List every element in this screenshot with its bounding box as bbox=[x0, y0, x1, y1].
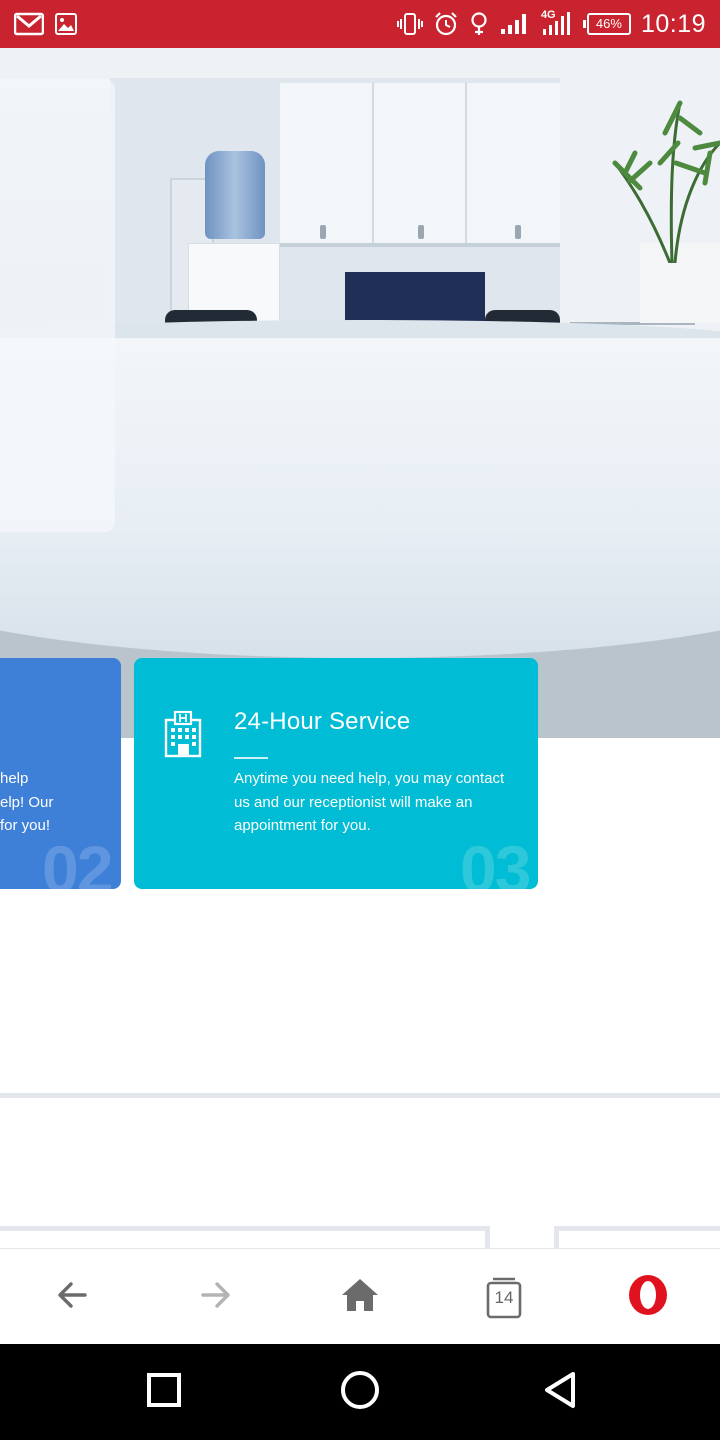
tabs-button[interactable]: 14 bbox=[432, 1249, 576, 1345]
alarm-icon bbox=[433, 11, 459, 37]
back-arrow-icon bbox=[55, 1278, 89, 1317]
home-circle-icon bbox=[339, 1369, 381, 1416]
water-cooler bbox=[205, 151, 265, 239]
back-button[interactable] bbox=[0, 1249, 144, 1345]
browser-bottom-bar: 14 bbox=[0, 1248, 720, 1345]
opera-menu-icon bbox=[627, 1274, 669, 1321]
back-triangle-icon bbox=[542, 1370, 578, 1415]
hospital-building-icon bbox=[163, 710, 203, 763]
card-description: Anytime you need help, you may contact u… bbox=[234, 770, 505, 834]
service-card-24-hour[interactable]: 24-Hour Service Anytime you need help, y… bbox=[134, 658, 538, 889]
system-home-button[interactable] bbox=[310, 1344, 410, 1440]
service-card-previous[interactable]: help elp! Our for you! 02 bbox=[0, 658, 121, 889]
title-underline bbox=[234, 757, 268, 759]
section-divider bbox=[0, 1093, 720, 1098]
battery-icon: 46% bbox=[582, 13, 631, 35]
signal-4g-icon: 4G bbox=[539, 9, 573, 37]
card-title: 24-Hour Service bbox=[234, 708, 411, 735]
tabs-icon: 14 bbox=[486, 1275, 522, 1319]
system-back-button[interactable] bbox=[510, 1344, 610, 1440]
slider-caption-panel bbox=[0, 79, 115, 532]
card-description: help elp! Our for you! bbox=[0, 770, 54, 834]
recents-square-icon bbox=[146, 1372, 182, 1413]
recents-button[interactable] bbox=[114, 1344, 214, 1440]
system-navigation-bar bbox=[0, 1344, 720, 1440]
forward-arrow-icon bbox=[199, 1278, 233, 1317]
card-number: 03 bbox=[460, 832, 531, 889]
signal-icon bbox=[499, 12, 529, 36]
monitor bbox=[345, 272, 485, 327]
gallery-icon bbox=[54, 12, 78, 36]
battery-level: 46% bbox=[586, 13, 631, 35]
opera-menu-button[interactable] bbox=[576, 1249, 720, 1345]
card-number: 02 bbox=[42, 832, 113, 889]
vibrate-icon bbox=[396, 11, 423, 37]
location-icon bbox=[469, 11, 489, 37]
home-icon bbox=[340, 1277, 380, 1318]
reception-desk-photo bbox=[0, 48, 720, 738]
gmail-icon bbox=[14, 12, 44, 36]
status-bar: 4G 46% 10:19 bbox=[0, 0, 720, 48]
home-button[interactable] bbox=[288, 1249, 432, 1345]
forward-button[interactable] bbox=[144, 1249, 288, 1345]
tab-count: 14 bbox=[494, 1288, 514, 1307]
plant-leaves bbox=[612, 100, 720, 263]
clock: 10:19 bbox=[640, 9, 706, 38]
